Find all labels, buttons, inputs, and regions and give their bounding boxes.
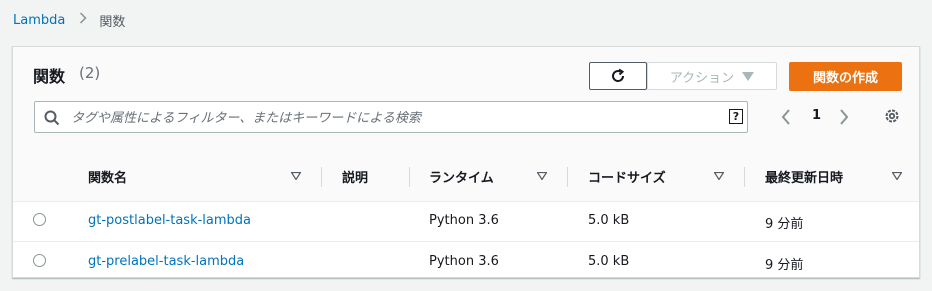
column-divider[interactable]	[567, 167, 568, 187]
column-divider[interactable]	[744, 167, 745, 187]
column-header-description[interactable]: 説明	[342, 151, 368, 201]
function-code-size: 5.0 kB	[588, 213, 630, 228]
column-divider[interactable]	[321, 167, 322, 187]
column-label: 関数名	[88, 170, 128, 186]
function-name-link[interactable]: gt-prelabel-task-lambda	[88, 254, 244, 269]
column-label: コードサイズ	[588, 170, 666, 186]
function-last-modified: 9 分前	[765, 217, 804, 232]
create-function-button[interactable]: 関数の作成	[789, 62, 902, 91]
row-select-radio[interactable]	[33, 213, 46, 226]
chevron-right-icon	[79, 12, 87, 28]
refresh-icon	[612, 68, 625, 82]
column-header-runtime[interactable]: ランタイム	[429, 151, 494, 201]
actions-label: アクション	[669, 70, 735, 86]
help-icon[interactable]: ?	[729, 109, 743, 124]
gear-icon[interactable]	[883, 107, 901, 125]
sort-icon[interactable]	[714, 172, 724, 180]
table-row[interactable]: gt-prelabel-task-lambda Python 3.6 5.0 k…	[13, 242, 919, 282]
panel-header: 関数 (2) アクション 関数の作成 ? 1	[13, 47, 919, 152]
refresh-button[interactable]	[589, 62, 647, 90]
search-input[interactable]	[69, 103, 713, 133]
search-icon	[44, 110, 60, 126]
actions-dropdown[interactable]: アクション	[647, 62, 777, 90]
panel-title: 関数	[33, 67, 66, 86]
search-box: ?	[34, 101, 748, 133]
breadcrumb-lambda-link[interactable]: Lambda	[13, 13, 65, 28]
table-header: 関数名 説明 ランタイム コードサイズ 最終更新日時	[13, 151, 919, 202]
column-label: 説明	[342, 170, 369, 186]
caret-down-icon	[742, 71, 755, 81]
column-header-code-size[interactable]: コードサイズ	[588, 151, 666, 201]
sort-icon[interactable]	[892, 172, 902, 180]
function-code-size: 5.0 kB	[588, 254, 630, 269]
sort-icon[interactable]	[291, 172, 301, 180]
column-header-function-name[interactable]: 関数名	[88, 151, 127, 201]
chevron-left-icon[interactable]	[781, 109, 791, 125]
column-header-last-modified[interactable]: 最終更新日時	[765, 151, 843, 201]
functions-panel: 関数 (2) アクション 関数の作成 ? 1	[12, 46, 920, 278]
page-number[interactable]: 1	[812, 108, 821, 123]
function-runtime: Python 3.6	[429, 213, 499, 228]
function-last-modified: 9 分前	[765, 258, 804, 273]
column-divider[interactable]	[409, 167, 410, 187]
column-label: 最終更新日時	[765, 170, 844, 186]
function-name-link[interactable]: gt-postlabel-task-lambda	[88, 213, 251, 228]
column-label: ランタイム	[429, 170, 494, 186]
table-row[interactable]: gt-postlabel-task-lambda Python 3.6 5.0 …	[13, 201, 919, 242]
sort-icon[interactable]	[537, 172, 547, 180]
chevron-right-icon[interactable]	[839, 109, 849, 125]
function-runtime: Python 3.6	[429, 254, 499, 269]
function-count: (2)	[79, 64, 101, 82]
breadcrumb: Lambda 関数	[13, 10, 125, 30]
row-select-radio[interactable]	[33, 254, 46, 267]
breadcrumb-current: 関数	[99, 14, 126, 30]
